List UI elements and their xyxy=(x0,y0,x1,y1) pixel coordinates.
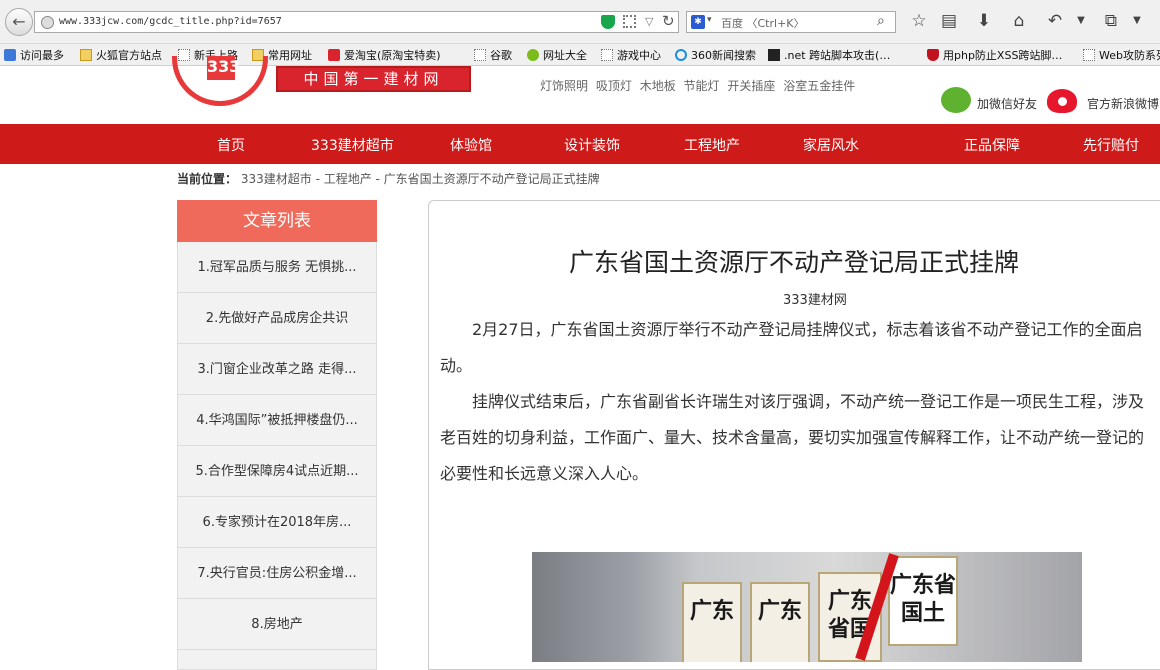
search-icon[interactable]: ⌕ xyxy=(877,13,885,29)
shield-icon xyxy=(927,49,939,61)
nav-home[interactable]: 首页 xyxy=(217,135,245,155)
keyword-link[interactable]: 灯饰照明 xyxy=(540,79,588,93)
chevron-down-icon[interactable]: ▾ xyxy=(707,15,712,25)
blog-icon xyxy=(768,49,780,61)
site-header: 333 中国第一建材网 灯饰照明 吸顶灯 木地板 节能灯 开关插座 浴室五金挂件… xyxy=(0,56,1160,124)
search-bar[interactable]: ✱ ▾ 百度 〈Ctrl+K〉 ⌕ xyxy=(686,11,896,33)
taobao-icon xyxy=(328,49,340,61)
article-paragraph: 挂牌仪式结束后，广东省副省长许瑞生对该厅强调，不动产统一登记工作是一项民生工程，… xyxy=(440,392,1145,483)
hot-keywords: 灯饰照明 吸顶灯 木地板 节能灯 开关插座 浴室五金挂件 xyxy=(540,77,859,94)
browser-toolbar: ← www.333jcw.com/gcdc_title.php?id=7657 … xyxy=(0,0,1160,44)
article-paragraph: 2月27日，广东省国土资源厅举行不动产登记局挂牌仪式，标志着该省不动产登记工作的… xyxy=(440,320,1143,375)
article-title-wrap: 广东省国土资源厅不动产登记局正式挂牌 xyxy=(0,243,1160,279)
list-item[interactable]: 5.合作型保障房4试点近期... xyxy=(178,446,376,497)
bookmark-item[interactable]: 访问最多 xyxy=(4,47,64,63)
shield-icon[interactable] xyxy=(601,15,615,29)
sidebar-title: 文章列表 xyxy=(177,200,377,242)
download-icon[interactable]: ⬇ xyxy=(973,11,995,31)
keyword-link[interactable]: 开关插座 xyxy=(727,79,775,93)
bookmark-item[interactable]: 网址大全 xyxy=(527,47,587,63)
reload-icon[interactable]: ↻ xyxy=(662,12,675,30)
chevron-down-icon[interactable]: ▼ xyxy=(1070,15,1092,26)
breadcrumb: 当前位置： 333建材超市 - 工程地产 - 广东省国土资源厅不动产登记局正式挂… xyxy=(177,170,600,187)
bookmark-item[interactable]: Web攻防系列 xyxy=(1083,47,1160,63)
article-photo: 广东 广东 广东省国 广东省国土 xyxy=(532,552,1082,662)
nav-showroom[interactable]: 体验馆 xyxy=(450,135,492,155)
nav-design[interactable]: 设计装饰 xyxy=(564,135,620,155)
wechat-icon[interactable] xyxy=(941,87,971,113)
crop-icon[interactable]: ⧉ xyxy=(1100,11,1122,31)
keyword-link[interactable]: 浴室五金挂件 xyxy=(783,79,855,93)
search-icon xyxy=(675,49,687,61)
home-icon[interactable]: ⌂ xyxy=(1008,11,1030,31)
breadcrumb-label: 当前位置： xyxy=(177,172,238,186)
back-arrow-icon[interactable]: ← xyxy=(5,8,33,36)
folder-icon xyxy=(80,49,92,61)
bookmark-item[interactable]: 游戏中心 xyxy=(601,47,661,63)
undo-icon[interactable]: ↶ xyxy=(1044,11,1066,31)
list-item[interactable]: 7.央行官员:住房公积金增... xyxy=(178,548,376,599)
bookmark-item[interactable]: 火狐官方站点 xyxy=(80,47,162,63)
bookmark-item[interactable]: 谷歌 xyxy=(474,47,512,63)
logo-seal[interactable]: 333 xyxy=(172,56,268,106)
list-item[interactable]: 2.先做好产品成房企共识 xyxy=(178,293,376,344)
site-logo[interactable]: 中国第一建材网 xyxy=(276,66,471,92)
nav-fengshui[interactable]: 家居风水 xyxy=(803,135,859,155)
nav-supermarket[interactable]: 333建材超市 xyxy=(311,135,394,155)
bookmark-item[interactable]: .net 跨站脚本攻击(… xyxy=(768,47,890,63)
bookmark-item[interactable]: 360新闻搜索 xyxy=(675,47,756,63)
star-icon[interactable]: ☆ xyxy=(908,11,930,31)
photo-sign: 广东省国土 xyxy=(888,556,958,646)
baidu-paw-icon[interactable]: ✱ xyxy=(691,15,705,29)
list-item[interactable]: 8.房地产 xyxy=(178,599,376,650)
bookmark-item[interactable]: 用php防止XSS跨站脚… xyxy=(927,47,1062,63)
article-source: 333建材网 xyxy=(783,293,847,308)
chevron-down-icon[interactable]: ▼ xyxy=(1126,15,1148,26)
dropdown-arrow-icon[interactable]: ▽ xyxy=(645,15,653,28)
keyword-link[interactable]: 节能灯 xyxy=(684,79,720,93)
address-bar[interactable]: www.333jcw.com/gcdc_title.php?id=7657 ▽ … xyxy=(34,11,679,33)
nav-genuine[interactable]: 正品保障 xyxy=(964,135,1020,155)
list-item[interactable]: 4.华鸿国际”被抵押楼盘仍... xyxy=(178,395,376,446)
list-item[interactable]: 3.门窗企业改革之路 走得... xyxy=(178,344,376,395)
photo-sign: 广东 xyxy=(682,582,742,662)
reading-list-icon[interactable]: ▤ xyxy=(938,11,960,31)
weibo-link[interactable]: 官方新浪微博 xyxy=(1087,95,1159,112)
nav-compensation[interactable]: 先行赔付 xyxy=(1083,135,1139,155)
keyword-link[interactable]: 吸顶灯 xyxy=(596,79,632,93)
search-input[interactable]: 百度 〈Ctrl+K〉 xyxy=(721,15,805,31)
wechat-link[interactable]: 加微信好友 xyxy=(977,95,1037,112)
bookmark-item[interactable]: 爱淘宝(原淘宝特卖) xyxy=(328,47,441,63)
list-item[interactable]: 6.专家预计在2018年房... xyxy=(178,497,376,548)
photo-sign: 广东 xyxy=(750,582,810,662)
main-nav: 首页 333建材超市 体验馆 设计装饰 工程地产 家居风水 正品保障 先行赔付 xyxy=(0,124,1160,164)
url-text[interactable]: www.333jcw.com/gcdc_title.php?id=7657 xyxy=(59,16,282,27)
nav-real-estate[interactable]: 工程地产 xyxy=(684,135,740,155)
weibo-icon[interactable] xyxy=(1047,89,1077,113)
most-visited-icon xyxy=(4,49,16,61)
weibo-eye xyxy=(1058,97,1067,106)
logo-seal-number: 333 xyxy=(207,56,240,80)
page-icon xyxy=(1083,49,1095,61)
article-title: 广东省国土资源厅不动产登记局正式挂牌 xyxy=(568,248,1019,277)
page-icon xyxy=(601,49,613,61)
breadcrumb-path[interactable]: 333建材超市 - 工程地产 - 广东省国土资源厅不动产登记局正式挂牌 xyxy=(241,172,600,186)
site-nav-icon xyxy=(527,49,539,61)
qr-code-icon[interactable] xyxy=(623,15,636,28)
keyword-link[interactable]: 木地板 xyxy=(640,79,676,93)
page-icon xyxy=(474,49,486,61)
globe-icon xyxy=(41,16,54,29)
